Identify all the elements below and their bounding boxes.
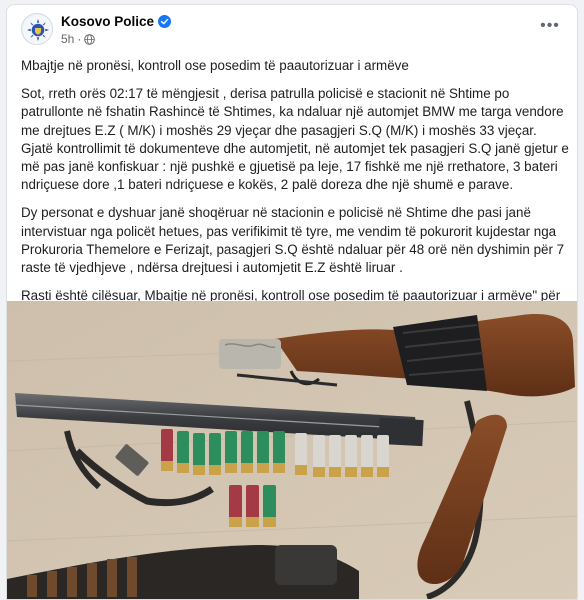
author-name[interactable]: Kosovo Police bbox=[61, 14, 154, 29]
post-card: Kosovo Police 5h · ••• Mbajtje në pronës… bbox=[6, 4, 578, 600]
police-emblem-icon bbox=[23, 15, 52, 44]
page-name[interactable]: Kosovo Police bbox=[61, 14, 172, 29]
verified-badge-icon bbox=[158, 15, 172, 28]
post-meta: 5h · bbox=[61, 32, 96, 46]
post-header: Kosovo Police 5h · ••• bbox=[7, 5, 577, 51]
kosovo-police-logo-avatar[interactable] bbox=[21, 13, 53, 45]
shell-row-1 bbox=[161, 429, 389, 477]
globe-icon bbox=[84, 33, 96, 45]
more-options-button[interactable]: ••• bbox=[537, 15, 563, 37]
meta-separator: · bbox=[77, 32, 82, 46]
confiscated-items-image bbox=[7, 301, 577, 599]
more-options-icon: ••• bbox=[540, 17, 560, 34]
post-time[interactable]: 5h bbox=[61, 32, 74, 46]
post-photo[interactable] bbox=[7, 301, 577, 599]
post-body: Mbajtje në pronësi, kontroll ose posedim… bbox=[21, 57, 571, 334]
post-title: Mbajtje në pronësi, kontroll ose posedim… bbox=[21, 58, 409, 73]
post-paragraph: Dy personat e dyshuar janë shoqëruar në … bbox=[21, 205, 565, 276]
shell-row-2 bbox=[229, 485, 276, 527]
post-paragraph: Sot, rreth orës 02:17 të mëngjesit , der… bbox=[21, 86, 569, 193]
